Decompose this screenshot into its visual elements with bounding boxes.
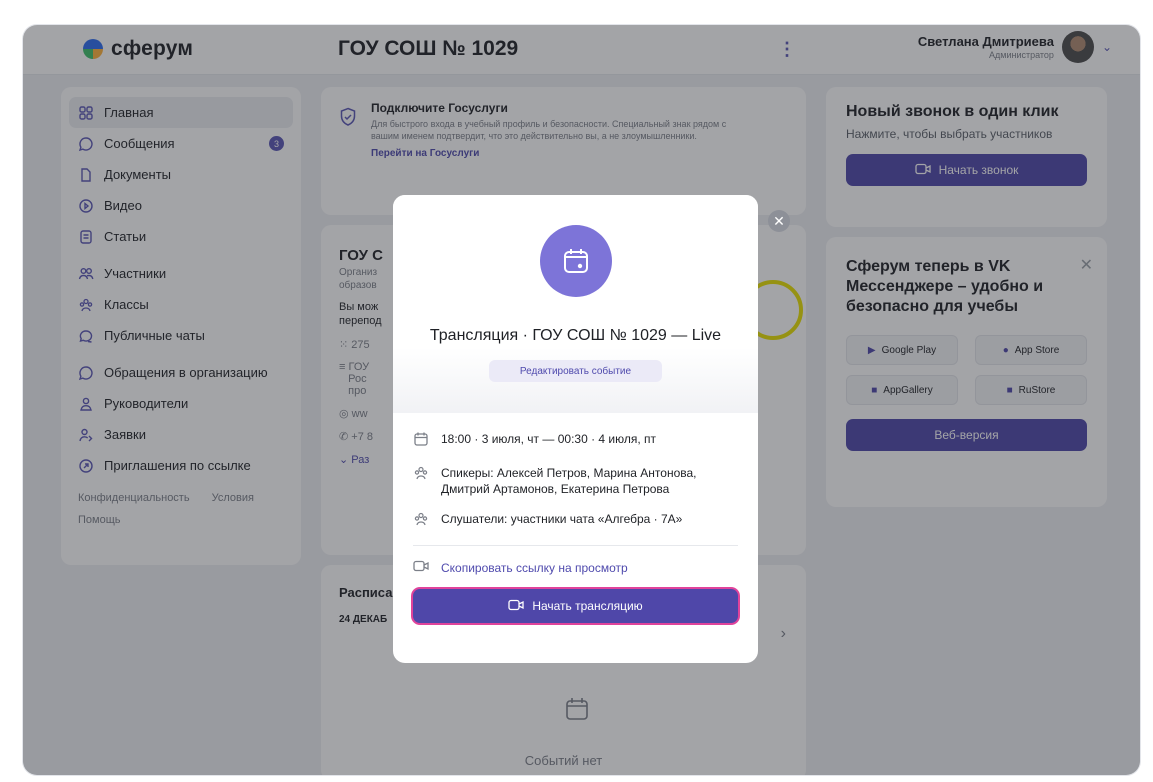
divider: [413, 545, 738, 546]
copy-link-button[interactable]: Скопировать ссылку на просмотр: [413, 560, 738, 575]
event-time: 18:00 · 3 июля, чт — 00:30 · 4 июля, пт: [413, 431, 738, 451]
close-icon[interactable]: ✕: [768, 210, 790, 232]
app-window: сферум ГОУ СОШ № 1029 ⋮ Светлана Дмитрие…: [23, 25, 1140, 775]
event-speakers: Спикеры: Алексей Петров, Марина Антонова…: [413, 465, 738, 497]
broadcast-modal: Трансляция · ГОУ СОШ № 1029 — Live Редак…: [393, 195, 758, 663]
event-listeners: Слушатели: участники чата «Алгебра · 7А»: [413, 511, 738, 531]
edit-event-button[interactable]: Редактировать событие: [489, 360, 662, 382]
calendar-icon: [413, 431, 429, 451]
calendar-icon: [540, 225, 612, 297]
modal-title: Трансляция · ГОУ СОШ № 1029 — Live: [429, 327, 722, 344]
video-camera-icon: [413, 560, 429, 575]
start-broadcast-button[interactable]: Начать трансляцию: [413, 589, 738, 623]
group-icon: [413, 511, 429, 531]
video-camera-icon: [508, 599, 524, 614]
group-icon: [413, 465, 429, 497]
